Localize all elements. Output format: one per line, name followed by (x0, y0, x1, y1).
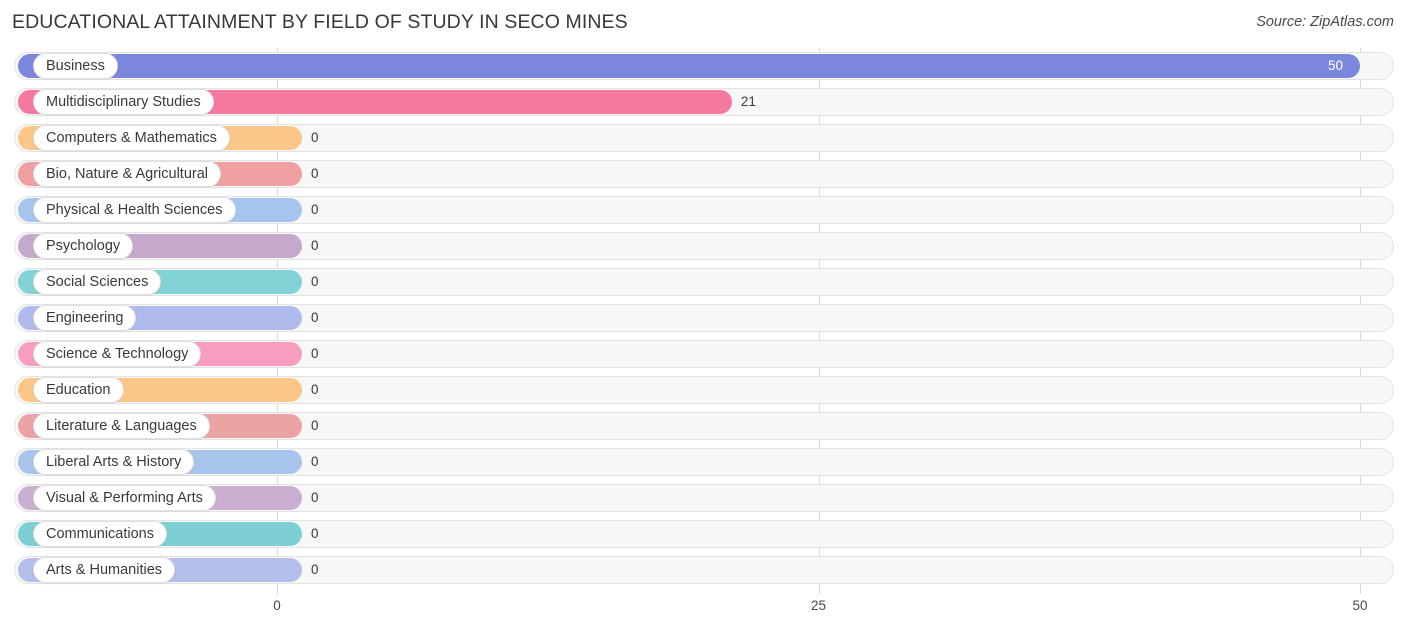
bar-value-label: 0 (311, 166, 319, 181)
chart-row: Engineering 0 (0, 300, 1406, 336)
bar-category-label: Psychology (46, 237, 121, 254)
bar-value-label: 0 (311, 454, 319, 469)
bar-value-label: 0 (311, 526, 319, 541)
chart-row: Science & Technology 0 (0, 336, 1406, 372)
bar-category-label: Multidisciplinary Studies (46, 93, 201, 110)
bar-label-pill: Physical & Health Sciences (33, 197, 236, 223)
bar-category-label: Computers & Mathematics (46, 129, 217, 146)
bar-value-label: 0 (311, 274, 319, 289)
bar-category-label: Visual & Performing Arts (46, 489, 203, 506)
chart-row: Arts & Humanities 0 (0, 552, 1406, 588)
bar-label-pill: Bio, Nature & Agricultural (33, 161, 221, 187)
bar-value-label: 0 (311, 238, 319, 253)
bar-label-pill: Multidisciplinary Studies (33, 89, 214, 115)
bar-label-pill: Communications (33, 521, 167, 547)
bar-label-pill: Science & Technology (33, 341, 202, 367)
chart-row: Multidisciplinary Studies 21 (0, 84, 1406, 120)
x-tick-label: 0 (273, 598, 281, 613)
bar-value-label: 0 (311, 346, 319, 361)
bar-value-label: 50 (1328, 58, 1344, 73)
x-tick-label: 50 (1352, 598, 1368, 613)
bar-label-pill: Business (33, 53, 118, 79)
bar-label-pill: Literature & Languages (33, 413, 210, 439)
bar-label-pill: Computers & Mathematics (33, 125, 230, 151)
bar-value-label: 0 (311, 562, 319, 577)
chart-row: Literature & Languages 0 (0, 408, 1406, 444)
page-title: EDUCATIONAL ATTAINMENT BY FIELD OF STUDY… (12, 11, 628, 33)
bar-label-pill: Social Sciences (33, 269, 162, 295)
chart-row: Visual & Performing Arts 0 (0, 480, 1406, 516)
bar-value-label: 0 (311, 130, 319, 145)
bar-category-label: Literature & Languages (46, 417, 197, 434)
source-attribution: Source: ZipAtlas.com (1256, 14, 1394, 30)
bar-value-label: 21 (740, 94, 756, 109)
chart-row: Communications 0 (0, 516, 1406, 552)
x-axis: 0 25 50 (0, 594, 1406, 632)
bar-category-label: Education (46, 381, 111, 398)
x-tick-label: 25 (810, 598, 827, 613)
chart-row: Psychology 0 (0, 228, 1406, 264)
chart-plot-area: Business 50 Multidisciplinary Studies 21 Com… (0, 48, 1406, 594)
bar-label-pill: Education (33, 377, 124, 403)
bar-category-label: Liberal Arts & History (46, 453, 182, 470)
bar-category-label: Bio, Nature & Agricultural (46, 165, 208, 182)
bar-category-label: Engineering (46, 309, 124, 326)
chart-row: Education 0 (0, 372, 1406, 408)
chart-row: Physical & Health Sciences 0 (0, 192, 1406, 228)
bar-label-pill: Liberal Arts & History (33, 449, 195, 475)
bar-value-label: 0 (311, 490, 319, 505)
bar-label-pill: Psychology (33, 233, 134, 259)
bar-label-pill: Engineering (33, 305, 137, 331)
bar-value-label: 0 (311, 418, 319, 433)
bar-value-label: 0 (311, 310, 319, 325)
bar[interactable] (18, 54, 1360, 78)
chart-header: EDUCATIONAL ATTAINMENT BY FIELD OF STUDY… (0, 0, 1406, 46)
bar-label-pill: Visual & Performing Arts (33, 485, 216, 511)
bar-category-label: Communications (46, 525, 154, 542)
bar-category-label: Physical & Health Sciences (46, 201, 223, 218)
bar-category-label: Social Sciences (46, 273, 149, 290)
bar-value-label: 0 (311, 202, 319, 217)
chart-row: Liberal Arts & History 0 (0, 444, 1406, 480)
bar-label-pill: Arts & Humanities (33, 557, 176, 583)
chart-bar-rows: Business 50 Multidisciplinary Studies 21 Com… (0, 48, 1406, 588)
bar-category-label: Arts & Humanities (46, 561, 163, 578)
chart-row: Social Sciences 0 (0, 264, 1406, 300)
chart-row: Bio, Nature & Agricultural 0 (0, 156, 1406, 192)
bar-category-label: Science & Technology (46, 345, 189, 362)
bar-category-label: Business (46, 57, 105, 74)
bar-value-label: 0 (311, 382, 319, 397)
chart-row: Computers & Mathematics 0 (0, 120, 1406, 156)
chart-row: Business 50 (0, 48, 1406, 84)
